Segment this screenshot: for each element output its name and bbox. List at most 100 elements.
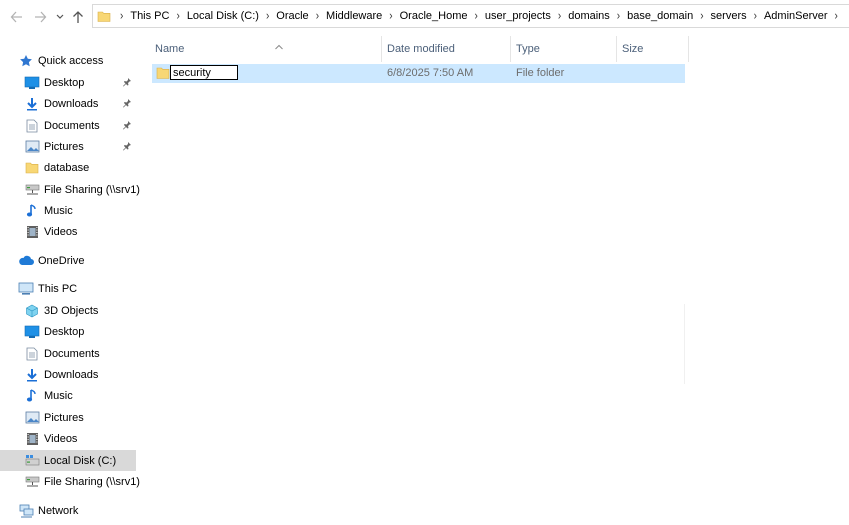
- music-icon: [24, 388, 40, 404]
- breadcrumb-separator-icon[interactable]: ›: [830, 9, 843, 22]
- navigation-bar: › This PC › Local Disk (C:) › Oracle › M…: [0, 0, 849, 34]
- breadcrumb-item[interactable]: base_domain: [625, 10, 695, 22]
- breadcrumb-separator-icon[interactable]: ›: [115, 9, 128, 22]
- sidebar-item-label: This PC: [38, 282, 78, 295]
- column-header-type[interactable]: Type: [511, 36, 617, 62]
- sidebar-item-downloads[interactable]: Downloads: [0, 93, 136, 114]
- rename-input[interactable]: [170, 65, 238, 80]
- file-list: Name Date modified Type Size 6/8/2025 7:…: [138, 34, 849, 525]
- breadcrumb-separator-icon[interactable]: ›: [695, 9, 708, 22]
- sidebar-item-downloads[interactable]: Downloads: [0, 364, 136, 385]
- sidebar-item-label: Downloads: [44, 97, 99, 110]
- column-header-label: Size: [622, 43, 644, 55]
- sidebar-item-label: File Sharing (\\srv1): [44, 475, 140, 488]
- documents-icon: [24, 346, 40, 362]
- pin-icon[interactable]: [122, 141, 132, 154]
- pictures-icon: [24, 410, 40, 426]
- breadcrumb-separator-icon[interactable]: ›: [384, 9, 397, 22]
- sidebar-item-label: Pictures: [44, 411, 84, 424]
- breadcrumb-item[interactable]: servers: [709, 10, 749, 22]
- sidebar-item-label: OneDrive: [38, 254, 85, 267]
- folder-icon: [24, 160, 40, 176]
- sidebar-item-quick-access[interactable]: Quick access: [0, 50, 136, 71]
- file-row[interactable]: 6/8/2025 7:50 AM File folder: [152, 64, 685, 83]
- forward-button[interactable]: [33, 8, 49, 26]
- forward-arrow-icon: [35, 11, 47, 23]
- sidebar-item-label: Pictures: [44, 140, 84, 153]
- sidebar-item-videos[interactable]: Videos: [0, 428, 136, 449]
- computer-icon: [18, 281, 34, 297]
- sidebar-item-this-pc[interactable]: This PC: [0, 278, 136, 299]
- column-header-date-modified[interactable]: Date modified: [382, 36, 511, 62]
- navigation-pane: Quick access Desktop Downloads Documents…: [0, 40, 140, 525]
- breadcrumb-item[interactable]: AdminServer: [762, 10, 830, 22]
- desktop-icon: [24, 75, 40, 91]
- sidebar-item-label: Documents: [44, 119, 100, 132]
- sidebar-item-desktop[interactable]: Desktop: [0, 321, 136, 342]
- chevron-down-icon: [56, 14, 64, 19]
- column-header-label: Name: [155, 43, 185, 55]
- sidebar-item-database[interactable]: database: [0, 157, 136, 178]
- sidebar-item-label: Downloads: [44, 368, 99, 381]
- sidebar-item-local-disk[interactable]: Local Disk (C:): [0, 450, 136, 471]
- sidebar-item-label: File Sharing (\\srv1): [44, 183, 140, 196]
- pin-icon[interactable]: [122, 120, 132, 133]
- pin-icon[interactable]: [122, 77, 132, 90]
- column-header-size[interactable]: Size: [617, 36, 689, 62]
- sidebar-item-label: Documents: [44, 347, 100, 360]
- sidebar-item-label: Videos: [44, 432, 78, 445]
- breadcrumb-item[interactable]: user_projects: [483, 10, 553, 22]
- videos-icon: [24, 224, 40, 240]
- breadcrumb-item[interactable]: Middleware: [324, 10, 384, 22]
- breadcrumb-separator-icon[interactable]: ›: [553, 9, 566, 22]
- breadcrumb-item[interactable]: Oracle_Home: [398, 10, 470, 22]
- back-arrow-icon: [10, 11, 22, 23]
- sort-ascending-icon: [274, 35, 284, 61]
- sidebar-item-file-sharing[interactable]: File Sharing (\\srv1): [0, 471, 140, 492]
- sidebar-item-desktop[interactable]: Desktop: [0, 72, 136, 93]
- breadcrumb-item[interactable]: Oracle: [274, 10, 310, 22]
- sidebar-item-documents[interactable]: Documents: [0, 115, 136, 136]
- column-divider: [684, 304, 685, 384]
- documents-icon: [24, 118, 40, 134]
- recent-locations-button[interactable]: [55, 8, 67, 26]
- up-button[interactable]: [71, 8, 87, 26]
- sidebar-item-music[interactable]: Music: [0, 385, 136, 406]
- sidebar-item-videos[interactable]: Videos: [0, 221, 136, 242]
- sidebar-item-3d-objects[interactable]: 3D Objects: [0, 300, 136, 321]
- sidebar-item-label: Network: [38, 504, 79, 517]
- sidebar-item-music[interactable]: Music: [0, 200, 136, 221]
- download-icon: [24, 367, 40, 383]
- sidebar-item-label: Desktop: [44, 76, 85, 89]
- sidebar-item-documents[interactable]: Documents: [0, 343, 136, 364]
- breadcrumb-item[interactable]: Local Disk (C:): [185, 10, 261, 22]
- 3d-objects-icon: [24, 303, 40, 319]
- breadcrumb-separator-icon[interactable]: ›: [311, 9, 324, 22]
- sidebar-item-pictures[interactable]: Pictures: [0, 407, 136, 428]
- desktop-icon: [24, 324, 40, 340]
- cloud-icon: [18, 253, 34, 269]
- sidebar-item-label: Desktop: [44, 325, 85, 338]
- breadcrumb-separator-icon[interactable]: ›: [261, 9, 274, 22]
- address-bar[interactable]: › This PC › Local Disk (C:) › Oracle › M…: [92, 4, 849, 28]
- videos-icon: [24, 431, 40, 447]
- breadcrumb-separator-icon[interactable]: ›: [469, 9, 482, 22]
- pin-icon[interactable]: [122, 98, 132, 111]
- sidebar-item-network[interactable]: Network: [0, 500, 136, 521]
- sidebar-item-pictures[interactable]: Pictures: [0, 136, 136, 157]
- back-button[interactable]: [10, 8, 26, 26]
- breadcrumb-item[interactable]: domains: [566, 10, 612, 22]
- breadcrumb-separator-icon[interactable]: ›: [612, 9, 625, 22]
- breadcrumb-separator-icon[interactable]: ›: [171, 9, 184, 22]
- sidebar-item-file-sharing[interactable]: File Sharing (\\srv1): [0, 179, 140, 200]
- sidebar-item-label: 3D Objects: [44, 304, 99, 317]
- pictures-icon: [24, 139, 40, 155]
- sidebar-item-label: Music: [44, 204, 73, 217]
- breadcrumb-separator-icon[interactable]: ›: [749, 9, 762, 22]
- star-icon: [18, 53, 34, 69]
- sidebar-item-onedrive[interactable]: OneDrive: [0, 250, 136, 271]
- local-disk-icon: [24, 453, 40, 469]
- breadcrumb-item[interactable]: This PC: [128, 10, 171, 22]
- folder-icon: [97, 9, 111, 23]
- column-header-name[interactable]: Name: [150, 36, 382, 62]
